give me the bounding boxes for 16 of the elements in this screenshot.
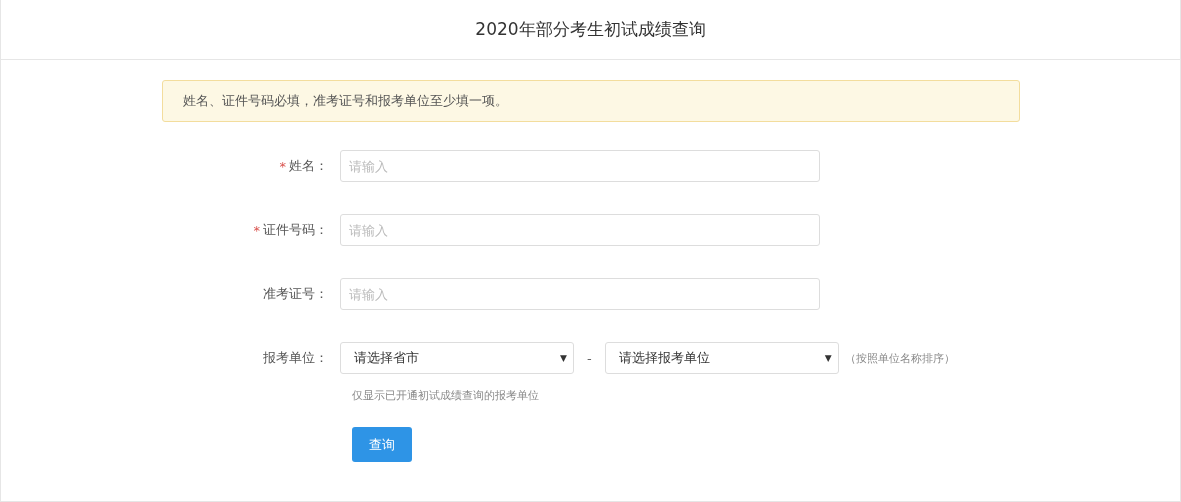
required-asterisk: * [279,158,286,174]
hint-text: 仅显示已开通初试成绩查询的报考单位 [352,388,540,403]
field-label: 证件号码： [263,221,328,239]
field-label: 姓名： [289,157,328,175]
field-label: 报考单位： [263,349,328,367]
separator-text: - [587,350,592,366]
input-field[interactable]: 请输入 [340,214,820,246]
page-title: 2020年部分考生初试成绩查询 [475,18,706,41]
dropdown[interactable]: 请选择报考单位 ▼ [604,342,839,374]
input-field[interactable]: 请输入 [340,150,820,182]
required-asterisk: * [253,222,260,238]
input-field[interactable]: 请输入 [340,278,820,310]
sort-note: （按照单位名称排序） [844,350,955,366]
notice-text: 姓名、证件号码必填，准考证号和报考单位至少填一项。 [183,92,508,110]
dropdown[interactable]: 请选择省市 ▼ [340,342,574,374]
field-label: 准考证号： [263,285,328,303]
